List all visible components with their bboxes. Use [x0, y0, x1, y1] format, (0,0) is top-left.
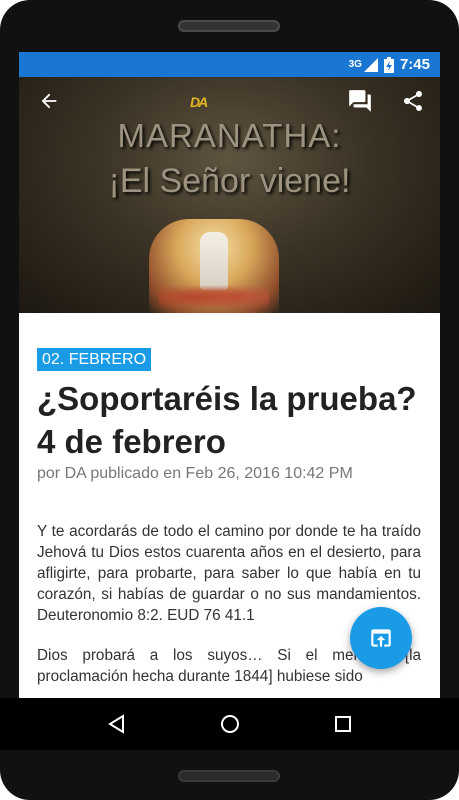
bottom-speaker	[178, 770, 280, 782]
phone-frame: 3G 7:45 DA MARANATHA: ¡El Señor viene! 0…	[0, 0, 459, 800]
header-image: DA MARANATHA: ¡El Señor viene!	[19, 77, 440, 313]
clock: 7:45	[399, 56, 430, 73]
back-triangle-icon	[107, 714, 124, 734]
back-arrow-icon	[41, 93, 57, 109]
article-title: ¿Soportaréis la prueba? 4 de febrero	[37, 380, 417, 460]
hero-title-line1: MARANATHA:	[117, 117, 342, 154]
signal-icon	[363, 57, 378, 72]
battery-charging-icon	[383, 56, 394, 73]
earpiece-speaker	[178, 20, 280, 32]
paragraph: Y te acordarás de todo el camino por don…	[37, 523, 421, 624]
open-in-browser-button[interactable]	[350, 607, 412, 669]
status-bar: 3G 7:45	[19, 52, 440, 77]
app-logo: DA	[190, 94, 208, 110]
screen: 3G 7:45 DA MARANATHA: ¡El Señor viene! 0…	[19, 52, 440, 750]
nav-home-button[interactable]	[210, 704, 250, 744]
share-icon	[404, 91, 422, 111]
share-button[interactable]	[397, 85, 429, 117]
network-type: 3G	[348, 59, 362, 70]
home-circle-icon	[220, 715, 239, 733]
comments-icon	[349, 90, 371, 112]
category-tag[interactable]: 02. FEBRERO	[37, 348, 152, 371]
nav-recents-button[interactable]	[323, 704, 363, 744]
open-in-browser-icon	[371, 629, 391, 647]
hero-clouds	[159, 282, 269, 312]
nav-back-button[interactable]	[97, 704, 137, 744]
recents-square-icon	[334, 716, 351, 732]
system-nav-bar	[0, 698, 459, 750]
comments-button[interactable]	[344, 85, 376, 117]
hero-title-line2: ¡El Señor viene!	[108, 162, 351, 200]
back-button[interactable]	[33, 85, 65, 117]
article-byline: por DA publicado en Feb 26, 2016 10:42 P…	[37, 465, 353, 482]
